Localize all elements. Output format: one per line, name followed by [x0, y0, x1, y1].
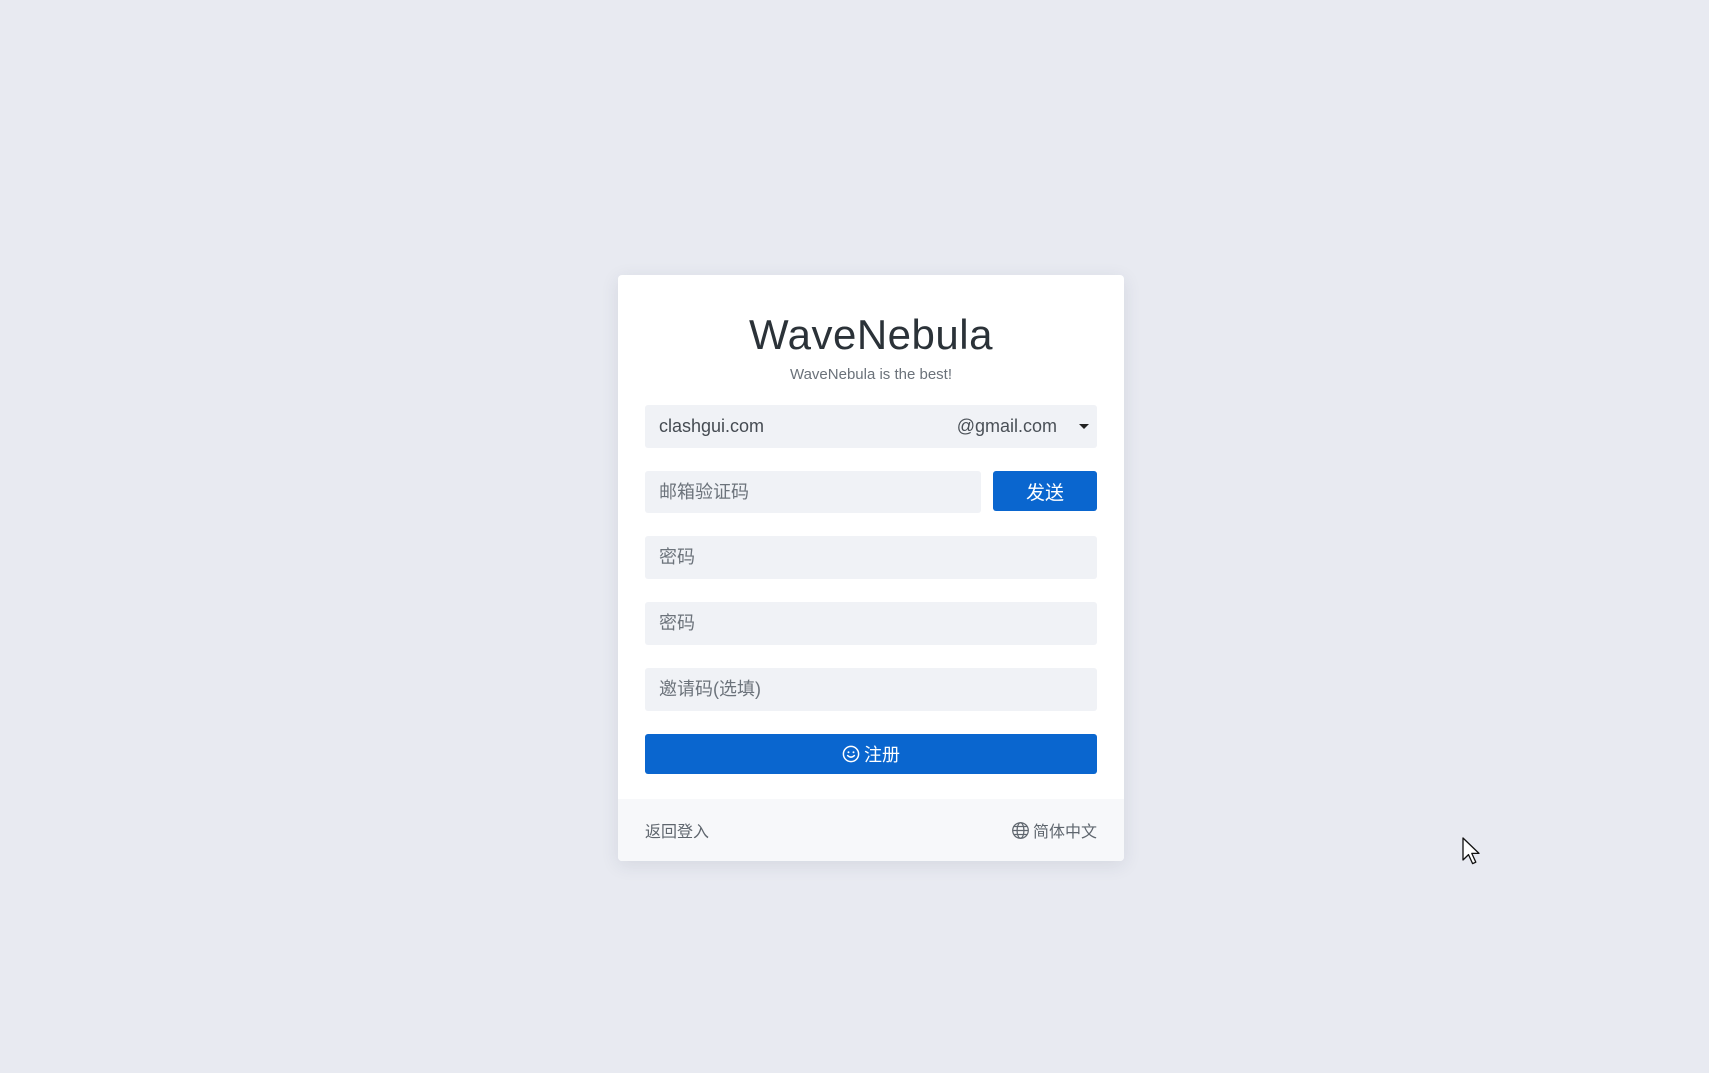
language-switcher[interactable]: 简体中文	[1011, 818, 1097, 842]
confirm-password-input[interactable]	[645, 602, 1097, 645]
send-code-button[interactable]: 发送	[993, 471, 1097, 511]
language-label: 简体中文	[1032, 824, 1097, 841]
email-domain-value: @gmail.com	[956, 416, 1057, 436]
mouse-cursor-icon	[1462, 837, 1480, 865]
verification-code-row: 发送	[645, 471, 1097, 513]
verification-code-input[interactable]	[645, 471, 981, 513]
confirm-password-field	[645, 602, 1097, 645]
email-domain-select[interactable]: @gmail.com	[957, 405, 1097, 448]
back-to-login-link[interactable]: 返回登入	[645, 818, 709, 842]
brand-subtitle: WaveNebula is the best!	[789, 366, 953, 383]
invite-code-field	[645, 668, 1097, 711]
caret-down-icon	[1079, 424, 1089, 429]
email-input[interactable]	[645, 405, 957, 448]
brand-title: WaveNebula	[749, 311, 993, 358]
register-button[interactable]: 注册	[645, 734, 1097, 774]
password-input[interactable]	[645, 536, 1097, 579]
smile-icon	[842, 745, 860, 763]
invite-code-input[interactable]	[645, 668, 1097, 711]
verification-code-field	[645, 471, 981, 513]
register-button-label: 注册	[864, 745, 900, 765]
register-form: WaveNebula WaveNebula is the best! @gmai…	[618, 275, 1124, 774]
globe-icon	[1011, 821, 1030, 840]
password-field	[645, 536, 1097, 579]
register-card: WaveNebula WaveNebula is the best! @gmai…	[618, 275, 1124, 861]
email-field-group: @gmail.com	[645, 405, 1097, 448]
card-footer: 返回登入 简体中文	[618, 799, 1124, 861]
